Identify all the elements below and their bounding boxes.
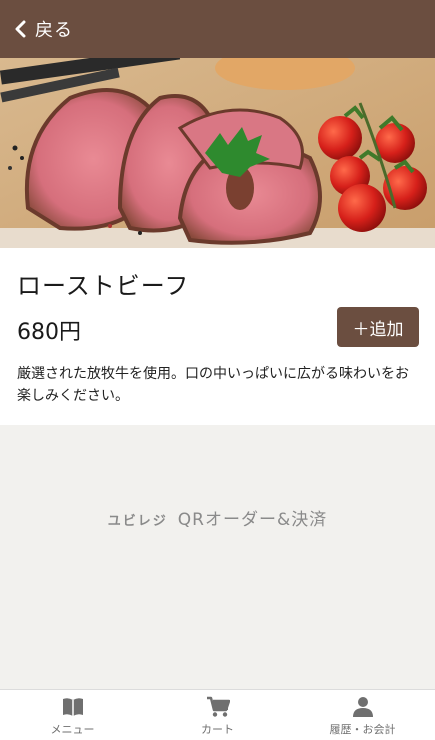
cart-icon — [206, 696, 230, 717]
tab-history-checkout[interactable]: 履歴・お会計 — [290, 690, 435, 740]
brand-tagline: QRオーダー&決済 — [177, 510, 328, 530]
back-button[interactable]: 戻る — [14, 16, 73, 42]
top-bar: 戻る — [0, 0, 435, 58]
item-description: 厳選された放牧牛を使用。口の中いっぱいに広がる味わいをお楽しみください。 — [17, 366, 409, 404]
person-icon — [352, 697, 373, 717]
brand-name: ユビレジ — [107, 514, 168, 529]
item-price: 680円 — [17, 320, 81, 345]
tab-menu[interactable]: メニュー — [0, 690, 145, 740]
item-photo — [0, 58, 435, 248]
book-icon — [62, 698, 83, 716]
item-info-panel: ローストビーフ 680円 ＋追加 厳選された放牧牛を使用。口の中いっぱいに広がる… — [0, 248, 435, 425]
bottom-tab-bar: メニュー カート 履歴・お会計 — [0, 689, 435, 740]
tab-cart-label: カート — [201, 723, 234, 736]
add-to-cart-button[interactable]: ＋追加 — [337, 307, 419, 347]
back-label: 戻る — [35, 20, 73, 41]
tab-menu-label: メニュー — [50, 723, 95, 736]
brand-logo: ユビレジ QRオーダー&決済 — [0, 505, 435, 530]
chevron-left-icon — [15, 20, 26, 38]
item-name: ローストビーフ — [17, 272, 190, 300]
tab-cart[interactable]: カート — [145, 690, 290, 740]
tab-history-label: 履歴・お会計 — [329, 723, 396, 736]
